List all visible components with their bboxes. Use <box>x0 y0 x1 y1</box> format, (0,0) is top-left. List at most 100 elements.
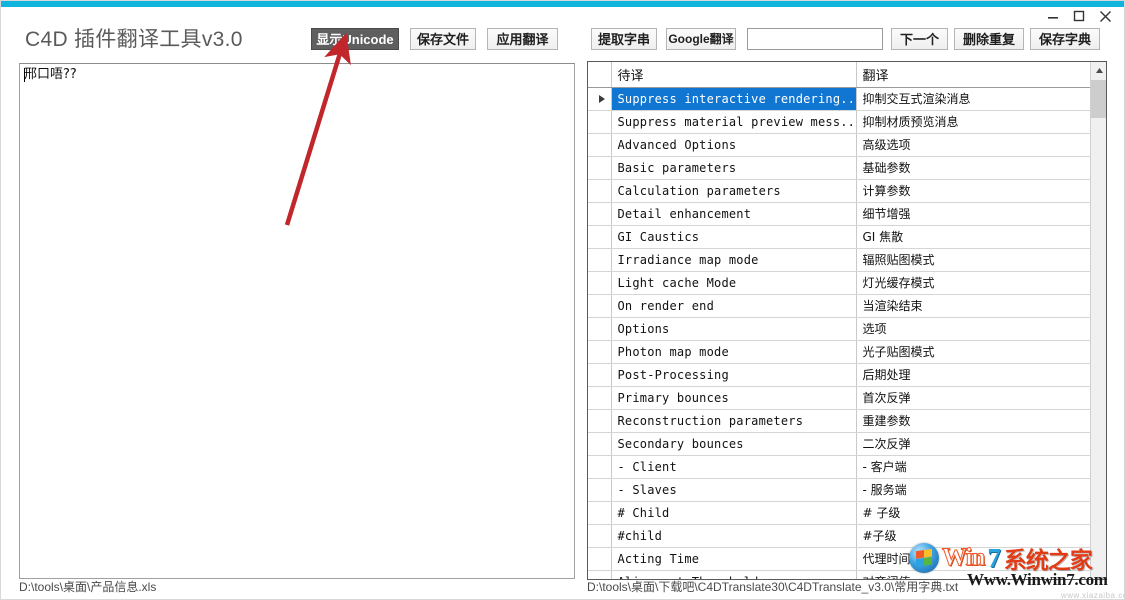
source-text-editor[interactable]: 邢口唔?? <box>19 63 575 579</box>
target-cell[interactable]: 计算参数 <box>856 179 1091 203</box>
source-cell[interactable]: Detail enhancement <box>611 202 857 226</box>
row-indicator-cell[interactable] <box>588 363 612 387</box>
target-cell[interactable]: 选项 <box>856 317 1091 341</box>
row-indicator-cell[interactable] <box>588 294 612 318</box>
row-indicator-cell[interactable] <box>588 110 612 134</box>
table-row[interactable]: Acting Time 代理时间 <box>588 547 1091 571</box>
row-indicator-cell[interactable] <box>588 386 612 410</box>
source-cell[interactable]: Photon map mode <box>611 340 857 364</box>
source-cell[interactable]: Suppress interactive rendering... <box>611 87 857 111</box>
scroll-up-icon[interactable] <box>1091 62 1106 79</box>
google-translate-button[interactable]: Google翻译 <box>666 28 736 50</box>
target-cell[interactable]: 当渲染结束 <box>856 294 1091 318</box>
target-cell[interactable]: 代理时间 <box>856 547 1091 571</box>
save-file-button[interactable]: 保存文件 <box>410 28 476 50</box>
source-cell[interactable]: GI Caustics <box>611 225 857 249</box>
row-indicator-cell[interactable] <box>588 409 612 433</box>
target-cell[interactable]: GI 焦散 <box>856 225 1091 249</box>
row-indicator-cell[interactable] <box>588 156 612 180</box>
source-cell[interactable]: Primary bounces <box>611 386 857 410</box>
table-row[interactable]: Primary bounces 首次反弹 <box>588 386 1091 410</box>
source-cell[interactable]: Options <box>611 317 857 341</box>
source-cell[interactable]: Suppress material preview mess... <box>611 110 857 134</box>
row-indicator-cell[interactable] <box>588 271 612 295</box>
table-row[interactable]: Photon map mode 光子贴图模式 <box>588 340 1091 364</box>
row-indicator-cell[interactable] <box>588 340 612 364</box>
row-indicator-cell[interactable] <box>588 317 612 341</box>
row-indicator-cell[interactable] <box>588 225 612 249</box>
table-row[interactable]: #child #子级 <box>588 524 1091 548</box>
source-cell[interactable]: Reconstruction parameters <box>611 409 857 433</box>
target-cell[interactable]: 重建参数 <box>856 409 1091 433</box>
remove-duplicates-button[interactable]: 删除重复 <box>954 28 1024 50</box>
source-cell[interactable]: # Child <box>611 501 857 525</box>
row-indicator-cell[interactable] <box>588 501 612 525</box>
target-cell[interactable]: - 客户端 <box>856 455 1091 479</box>
source-cell[interactable]: - Client <box>611 455 857 479</box>
source-cell[interactable]: On render end <box>611 294 857 318</box>
source-cell[interactable]: Acting Time <box>611 547 857 571</box>
table-row[interactable]: On render end 当渲染结束 <box>588 294 1091 318</box>
table-row[interactable]: Suppress material preview mess... 抑制材质预览消… <box>588 110 1091 134</box>
target-cell[interactable]: 二次反弹 <box>856 432 1091 456</box>
table-row[interactable]: - Slaves - 服务端 <box>588 478 1091 502</box>
source-cell[interactable]: - Slaves <box>611 478 857 502</box>
source-cell[interactable]: Calculation parameters <box>611 179 857 203</box>
column-header-target[interactable]: 翻译 <box>856 62 1091 88</box>
table-row[interactable]: Calculation parameters 计算参数 <box>588 179 1091 203</box>
target-cell[interactable]: 高级选项 <box>856 133 1091 157</box>
row-indicator-cell[interactable] <box>588 248 612 272</box>
source-cell[interactable]: Advanced Options <box>611 133 857 157</box>
row-indicator-cell[interactable] <box>588 455 612 479</box>
apply-translation-button[interactable]: 应用翻译 <box>487 28 558 50</box>
target-cell[interactable]: 抑制交互式渲染消息 <box>856 87 1091 111</box>
target-cell[interactable]: - 服务端 <box>856 478 1091 502</box>
source-cell[interactable]: Light cache Mode <box>611 271 857 295</box>
table-row[interactable]: Detail enhancement 细节增强 <box>588 202 1091 226</box>
table-row[interactable]: Suppress interactive rendering... 抑制交互式渲染… <box>588 87 1091 111</box>
target-cell[interactable]: # 子级 <box>856 501 1091 525</box>
table-row[interactable]: GI Caustics GI 焦散 <box>588 225 1091 249</box>
row-indicator-cell[interactable] <box>588 432 612 456</box>
row-indicator-cell[interactable] <box>588 547 612 571</box>
target-cell[interactable]: 首次反弹 <box>856 386 1091 410</box>
target-cell[interactable]: #子级 <box>856 524 1091 548</box>
target-cell[interactable]: 基础参数 <box>856 156 1091 180</box>
source-cell[interactable]: Secondary bounces <box>611 432 857 456</box>
next-button[interactable]: 下一个 <box>891 28 948 50</box>
table-row[interactable]: Advanced Options 高级选项 <box>588 133 1091 157</box>
target-cell[interactable]: 辐照贴图模式 <box>856 248 1091 272</box>
row-indicator-cell[interactable] <box>588 524 612 548</box>
source-cell[interactable]: Irradiance map mode <box>611 248 857 272</box>
source-cell[interactable]: #child <box>611 524 857 548</box>
target-cell[interactable]: 后期处理 <box>856 363 1091 387</box>
extract-strings-button[interactable]: 提取字串 <box>591 28 657 50</box>
table-row[interactable]: Options 选项 <box>588 317 1091 341</box>
table-row[interactable]: Secondary bounces 二次反弹 <box>588 432 1091 456</box>
translation-grid[interactable]: 待译 翻译 Suppress interactive rendering... 抑… <box>587 61 1107 580</box>
table-row[interactable]: Reconstruction parameters 重建参数 <box>588 409 1091 433</box>
table-row[interactable]: Irradiance map mode 辐照贴图模式 <box>588 248 1091 272</box>
scrollbar-thumb[interactable] <box>1091 80 1106 118</box>
table-row[interactable]: Light cache Mode 灯光缓存模式 <box>588 271 1091 295</box>
column-header-source[interactable]: 待译 <box>611 62 857 88</box>
table-row[interactable]: - Client - 客户端 <box>588 455 1091 479</box>
source-cell[interactable]: Post-Processing <box>611 363 857 387</box>
target-cell[interactable]: 细节增强 <box>856 202 1091 226</box>
target-cell[interactable]: 抑制材质预览消息 <box>856 110 1091 134</box>
save-dictionary-button[interactable]: 保存字典 <box>1030 28 1100 50</box>
target-cell[interactable]: 光子贴图模式 <box>856 340 1091 364</box>
table-row[interactable]: Basic parameters 基础参数 <box>588 156 1091 180</box>
row-indicator-cell[interactable] <box>588 202 612 226</box>
target-cell[interactable]: 灯光缓存模式 <box>856 271 1091 295</box>
row-indicator-cell[interactable] <box>588 179 612 203</box>
row-indicator-cell[interactable] <box>588 478 612 502</box>
row-indicator-cell[interactable] <box>588 133 612 157</box>
search-input[interactable] <box>747 28 883 50</box>
row-indicator-cell[interactable] <box>588 87 612 111</box>
show-unicode-button[interactable]: 显示Unicode <box>311 28 399 50</box>
table-row[interactable]: # Child # 子级 <box>588 501 1091 525</box>
source-cell[interactable]: Basic parameters <box>611 156 857 180</box>
grid-vertical-scrollbar[interactable] <box>1090 62 1106 579</box>
table-row[interactable]: Post-Processing 后期处理 <box>588 363 1091 387</box>
